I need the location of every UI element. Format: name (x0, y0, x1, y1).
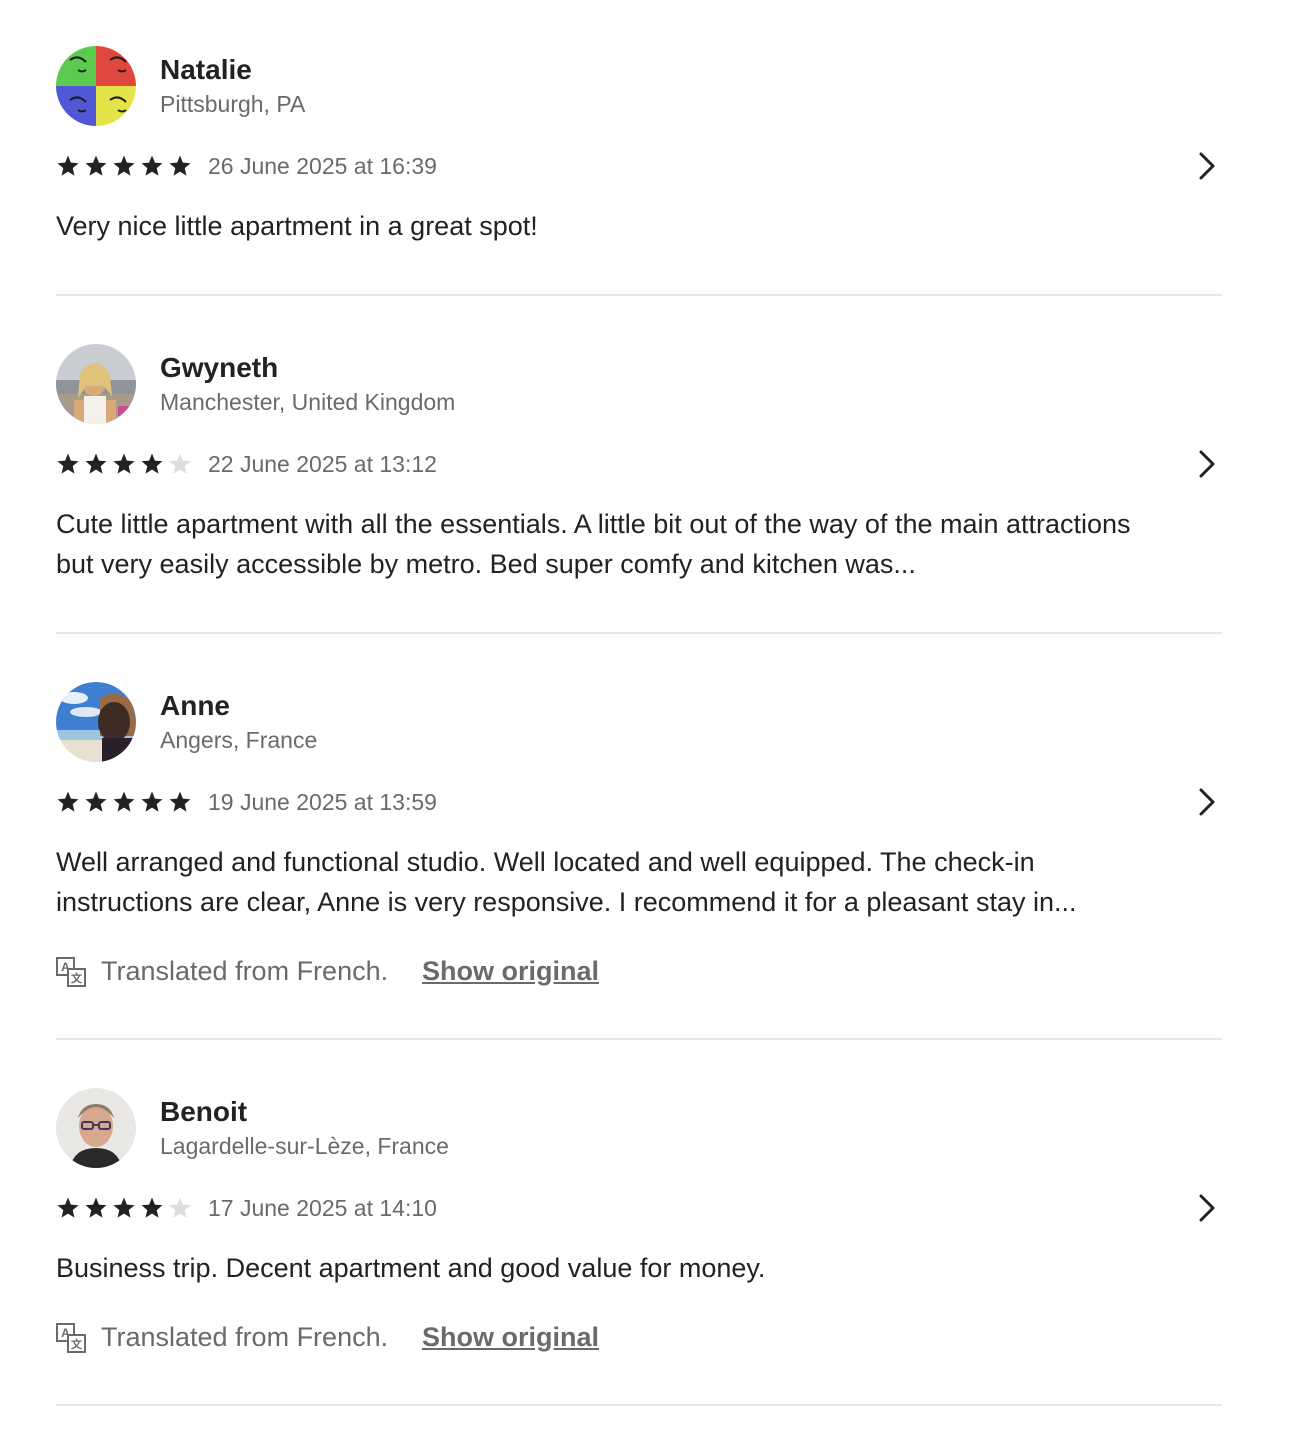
review-text: Cute little apartment with all the essen… (56, 509, 1131, 579)
rating-row: 26 June 2025 at 16:39 (56, 150, 1222, 182)
rating-row: 19 June 2025 at 13:59 (56, 786, 1222, 818)
star-icon (168, 1196, 192, 1220)
divider (56, 1404, 1222, 1406)
show-original-link[interactable]: Show original (422, 1320, 599, 1354)
reviewer-header[interactable]: Benoit Lagardelle-sur-Lèze, France (56, 1088, 756, 1168)
review-text: Well arranged and functional studio. Wel… (56, 847, 1077, 917)
translate-icon: A 文 (56, 957, 86, 987)
sky-selfie-avatar[interactable] (56, 682, 136, 762)
show-original-link[interactable]: Show original (422, 954, 599, 988)
review-text: Very nice little apartment in a great sp… (56, 211, 538, 241)
translation-notice: A 文 Translated from French. Show origina… (56, 952, 756, 992)
star-icon (56, 1196, 80, 1220)
reviewer-location: Lagardelle-sur-Lèze, France (160, 1133, 449, 1159)
star-icon (140, 452, 164, 476)
reviewer-header[interactable]: Natalie Pittsburgh, PA (56, 46, 756, 126)
chevron-right-icon[interactable] (1190, 786, 1222, 818)
chevron-right-icon[interactable] (1190, 1192, 1222, 1224)
translate-icon: A 文 (56, 1323, 86, 1353)
reviewer-name: Gwyneth (160, 352, 279, 383)
rating-row: 17 June 2025 at 14:10 (56, 1192, 1222, 1224)
reviewer-name: Natalie (160, 54, 252, 85)
star-icon (84, 154, 108, 178)
star-icon (56, 154, 80, 178)
star-icon (112, 452, 136, 476)
divider (56, 1038, 1222, 1040)
review-date: 22 June 2025 at 13:12 (208, 451, 437, 477)
reviewer-header[interactable]: Anne Angers, France (56, 682, 756, 762)
reviewer-location: Angers, France (160, 727, 318, 753)
pop-art-portrait-avatar[interactable] (56, 46, 136, 126)
star-icon (168, 790, 192, 814)
star-icon (56, 790, 80, 814)
star-rating (56, 154, 192, 178)
star-rating (56, 452, 192, 476)
star-icon (84, 452, 108, 476)
star-icon (112, 790, 136, 814)
chevron-right-icon[interactable] (1190, 150, 1222, 182)
reviewer-location: Manchester, United Kingdom (160, 389, 456, 415)
svg-text:文: 文 (71, 1337, 83, 1351)
translation-notice: A 文 Translated from French. Show origina… (56, 1318, 756, 1358)
svg-text:文: 文 (71, 971, 83, 985)
divider (56, 632, 1222, 634)
beach-portrait-avatar[interactable] (56, 344, 136, 424)
rating-row: 22 June 2025 at 13:12 (56, 448, 1222, 480)
review-date: 17 June 2025 at 14:10 (208, 1195, 437, 1221)
star-icon (84, 1196, 108, 1220)
review-date: 26 June 2025 at 16:39 (208, 153, 437, 179)
star-icon (140, 790, 164, 814)
divider (56, 294, 1222, 296)
star-icon (112, 154, 136, 178)
translated-label: Translated from French. (101, 1322, 389, 1352)
star-rating (56, 790, 192, 814)
star-rating (56, 1196, 192, 1220)
star-icon (112, 1196, 136, 1220)
star-icon (140, 1196, 164, 1220)
reviewer-name: Benoit (160, 1096, 248, 1127)
reviewer-location: Pittsburgh, PA (160, 91, 306, 117)
reviews-list: Natalie Pittsburgh, PA 26 June 2025 at 1… (0, 0, 1310, 1430)
reviewer-name: Anne (160, 690, 230, 721)
translated-label: Translated from French. (101, 956, 389, 986)
star-icon (168, 452, 192, 476)
review-date: 19 June 2025 at 13:59 (208, 789, 437, 815)
chevron-right-icon[interactable] (1190, 448, 1222, 480)
star-icon (56, 452, 80, 476)
reviewer-header[interactable]: Gwyneth Manchester, United Kingdom (56, 344, 756, 424)
man-with-glasses-avatar[interactable] (56, 1088, 136, 1168)
star-icon (168, 154, 192, 178)
review-text: Business trip. Decent apartment and good… (56, 1253, 766, 1283)
star-icon (140, 154, 164, 178)
star-icon (84, 790, 108, 814)
